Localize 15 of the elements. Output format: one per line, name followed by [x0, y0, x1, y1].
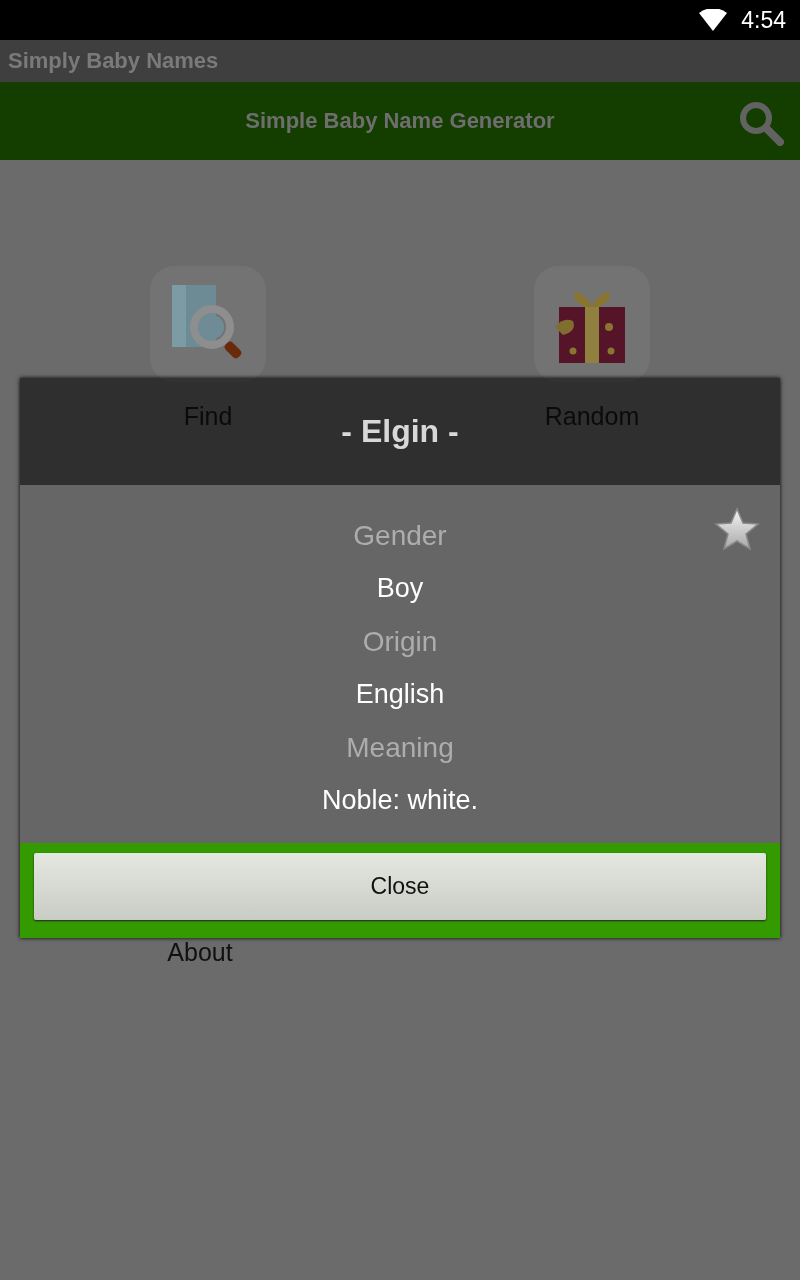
clock-time: 4:54	[741, 6, 786, 34]
menu-label[interactable]: About	[167, 938, 233, 967]
field-label: Gender	[353, 519, 447, 553]
field-value: Boy	[376, 572, 424, 605]
wifi-icon	[699, 9, 728, 31]
screen-title: Simple Baby Name Generator	[245, 108, 555, 134]
dialog-title: - Elgin -	[341, 413, 459, 450]
app-title: Simply Baby Names	[8, 48, 219, 74]
star-icon[interactable]	[714, 507, 760, 553]
field-label: Origin	[362, 625, 438, 659]
close-button[interactable]: Close	[34, 853, 766, 920]
search-icon[interactable]	[738, 100, 784, 146]
field-value: English	[355, 678, 445, 711]
field-label: Meaning	[346, 731, 454, 765]
field-value: Noble: white.	[321, 784, 479, 817]
